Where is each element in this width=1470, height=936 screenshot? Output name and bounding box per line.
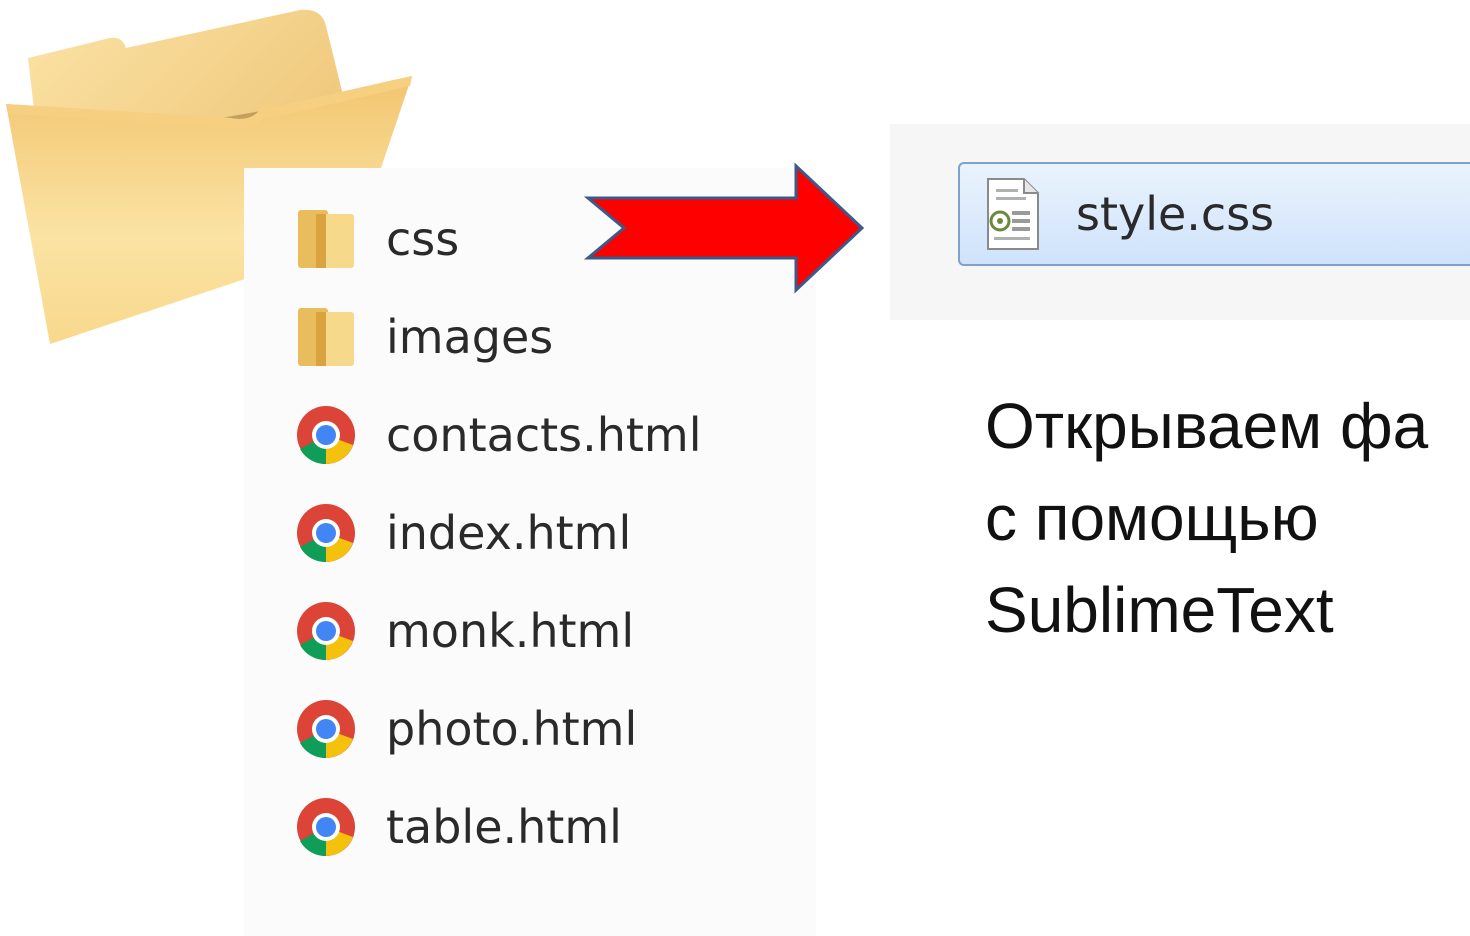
list-item-monk-html[interactable]: monk.html [294, 582, 702, 680]
chrome-icon [294, 694, 358, 764]
chrome-icon [294, 498, 358, 568]
caption-line: с помощью [985, 482, 1319, 554]
chrome-icon [294, 792, 358, 862]
caption-text: Открываем фа с помощью SublimeText [985, 380, 1470, 656]
file-name: monk.html [386, 604, 635, 658]
file-name: table.html [386, 800, 622, 854]
list-item-contacts-html[interactable]: contacts.html [294, 386, 702, 484]
file-name: images [386, 310, 554, 364]
list-item-table-html[interactable]: table.html [294, 778, 702, 876]
chrome-icon [294, 400, 358, 470]
right-arrow-icon [584, 162, 865, 294]
selected-file-item[interactable]: style.css [958, 162, 1470, 266]
file-name: style.css [1076, 187, 1275, 241]
list-item-index-html[interactable]: index.html [294, 484, 702, 582]
slide: css images contacts.html index.html monk… [0, 0, 1470, 936]
file-name: css [386, 212, 460, 266]
list-item-photo-html[interactable]: photo.html [294, 680, 702, 778]
file-name: contacts.html [386, 408, 702, 462]
folder-icon [294, 204, 358, 274]
file-name: photo.html [386, 702, 638, 756]
list-item-images[interactable]: images [294, 288, 702, 386]
caption-line: Открываем фа [985, 390, 1429, 462]
chrome-icon [294, 596, 358, 666]
caption-line: SublimeText [985, 574, 1334, 646]
folder-icon [294, 302, 358, 372]
selected-file-panel: style.css [890, 124, 1470, 320]
css-file-icon [987, 178, 1039, 250]
file-name: index.html [386, 506, 632, 560]
